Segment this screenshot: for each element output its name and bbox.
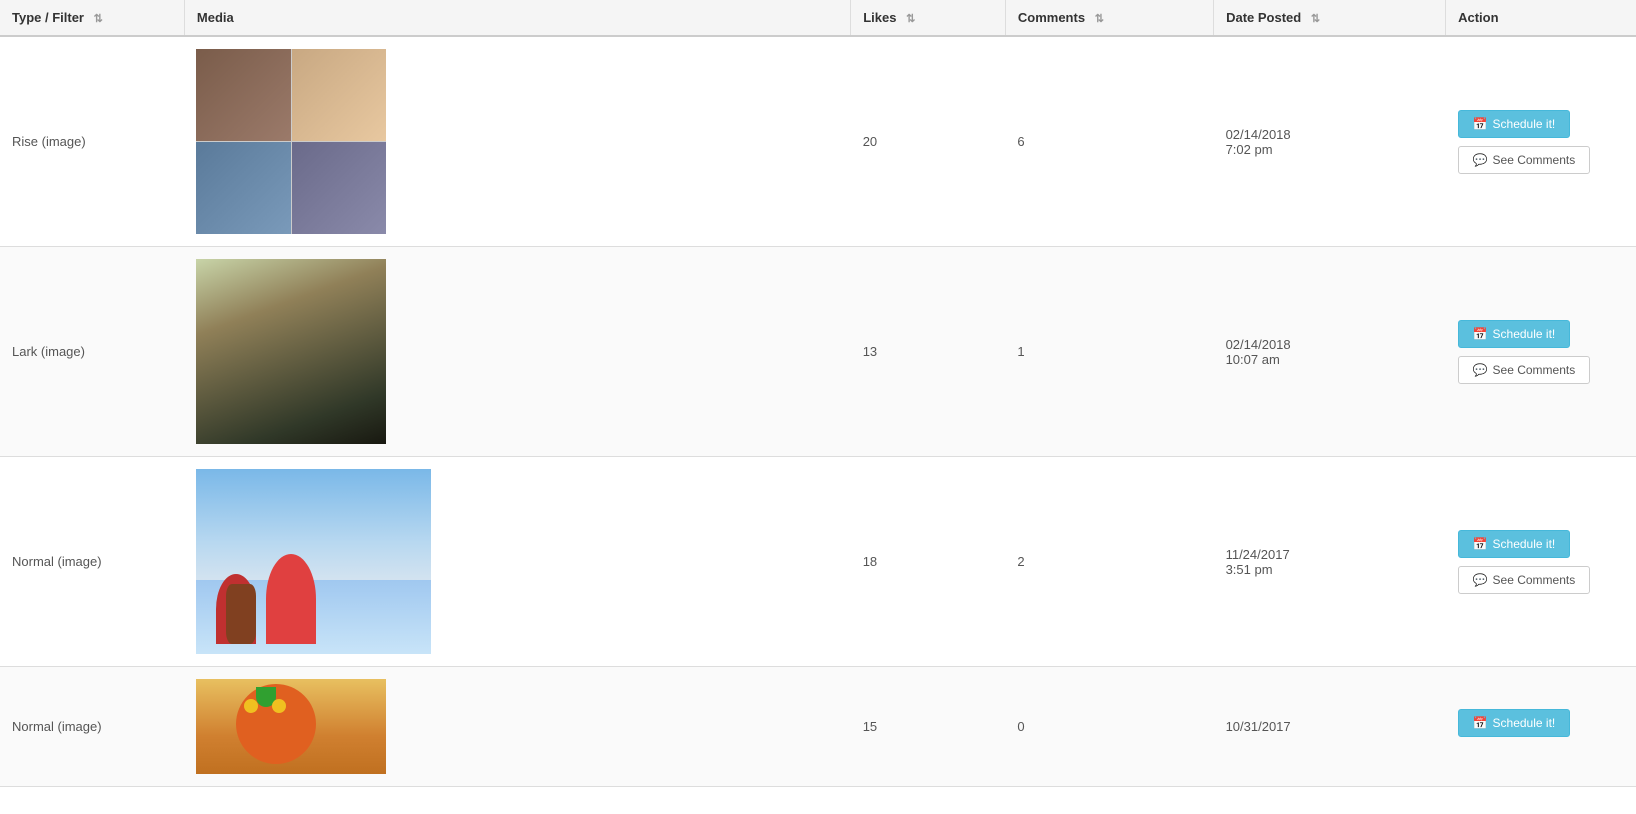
media-table: Type / Filter ⇅ Media Likes ⇅ Comments ⇅… [0,0,1636,787]
row-4-action-buttons: 📅 Schedule it! [1458,709,1624,745]
col-date-sort-icon[interactable]: ⇅ [1311,12,1320,25]
row-4-media [184,667,850,787]
row-3-see-comments-button[interactable]: 💬 See Comments [1458,566,1591,594]
row-3-schedule-button[interactable]: 📅 Schedule it! [1458,530,1571,558]
row-1-comments: 6 [1005,36,1213,247]
col-action: Action [1446,0,1636,36]
col-media: Media [184,0,850,36]
comment-icon: 💬 [1473,573,1488,587]
table-header: Type / Filter ⇅ Media Likes ⇅ Comments ⇅… [0,0,1636,36]
col-comments-label: Comments [1018,10,1085,25]
row-4-schedule-button[interactable]: 📅 Schedule it! [1458,709,1571,737]
col-date-label: Date Posted [1226,10,1301,25]
row-4-actions: 📅 Schedule it! [1446,667,1636,787]
col-action-label: Action [1458,10,1498,25]
table-row: Lark (image) 13 1 02/14/2018 10:07 am 📅 … [0,247,1636,457]
comment-icon: 💬 [1473,363,1488,377]
table-row: Normal (image) 15 0 10/31/2017 [0,667,1636,787]
table-row: Normal (image) 18 2 11/24/2017 3:51 pm [0,457,1636,667]
col-comments-sort-icon[interactable]: ⇅ [1095,12,1104,25]
table-row: Rise (image) 20 6 02/14/2018 7:02 pm [0,36,1636,247]
col-comments[interactable]: Comments ⇅ [1005,0,1213,36]
row-2-image [196,259,386,444]
col-type[interactable]: Type / Filter ⇅ [0,0,184,36]
row-1-image [196,49,386,234]
row-1-schedule-button[interactable]: 📅 Schedule it! [1458,110,1571,138]
image-quadrant-tr [292,49,387,141]
col-type-sort-icon[interactable]: ⇅ [94,12,103,25]
row-3-likes: 18 [851,457,1006,667]
row-2-media [184,247,850,457]
row-4-date: 10/31/2017 [1214,667,1446,787]
col-date-posted[interactable]: Date Posted ⇅ [1214,0,1446,36]
col-type-label: Type / Filter [12,10,84,25]
row-1-likes: 20 [851,36,1006,247]
schedule-icon: 📅 [1473,716,1488,730]
row-1-action-buttons: 📅 Schedule it! 💬 See Comments [1458,110,1624,174]
comment-icon: 💬 [1473,153,1488,167]
row-1-media [184,36,850,247]
table-body: Rise (image) 20 6 02/14/2018 7:02 pm [0,36,1636,787]
row-3-date: 11/24/2017 3:51 pm [1214,457,1446,667]
row-4-image [196,679,386,774]
col-likes[interactable]: Likes ⇅ [851,0,1006,36]
row-1-see-comments-button[interactable]: 💬 See Comments [1458,146,1591,174]
schedule-icon: 📅 [1473,327,1488,341]
row-2-action-buttons: 📅 Schedule it! 💬 See Comments [1458,320,1624,384]
row-3-media [184,457,850,667]
row-2-see-comments-button[interactable]: 💬 See Comments [1458,356,1591,384]
row-1-date: 02/14/2018 7:02 pm [1214,36,1446,247]
col-media-label: Media [197,10,234,25]
image-quadrant-bl [196,142,291,234]
row-4-comments: 0 [1005,667,1213,787]
row-2-schedule-button[interactable]: 📅 Schedule it! [1458,320,1571,348]
schedule-icon: 📅 [1473,117,1488,131]
row-4-type: Normal (image) [0,667,184,787]
row-2-date: 02/14/2018 10:07 am [1214,247,1446,457]
row-4-likes: 15 [851,667,1006,787]
row-3-image [196,469,431,654]
col-likes-label: Likes [863,10,896,25]
row-2-likes: 13 [851,247,1006,457]
schedule-icon: 📅 [1473,537,1488,551]
image-quadrant-br [292,142,387,234]
row-2-actions: 📅 Schedule it! 💬 See Comments [1446,247,1636,457]
row-2-type: Lark (image) [0,247,184,457]
row-1-type: Rise (image) [0,36,184,247]
row-1-actions: 📅 Schedule it! 💬 See Comments [1446,36,1636,247]
image-quadrant-tl [196,49,291,141]
row-3-comments: 2 [1005,457,1213,667]
row-3-action-buttons: 📅 Schedule it! 💬 See Comments [1458,530,1624,594]
row-3-actions: 📅 Schedule it! 💬 See Comments [1446,457,1636,667]
row-2-comments: 1 [1005,247,1213,457]
col-likes-sort-icon[interactable]: ⇅ [906,12,915,25]
row-3-type: Normal (image) [0,457,184,667]
